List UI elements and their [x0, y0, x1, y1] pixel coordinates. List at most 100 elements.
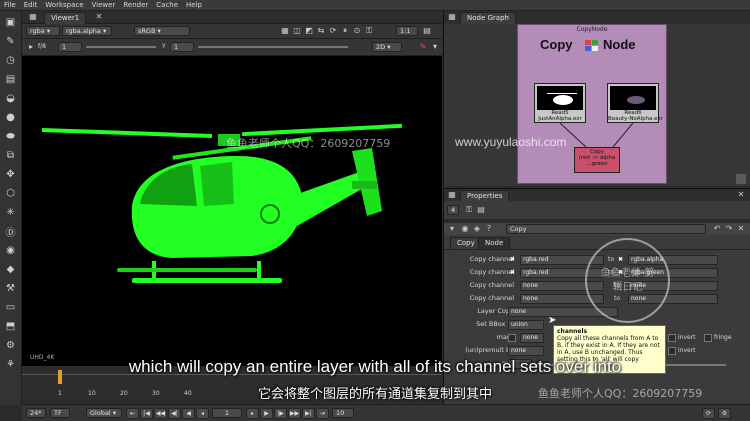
loop-icon[interactable]: ⟳ [702, 408, 715, 419]
max-panels-field[interactable]: 4 [447, 205, 459, 215]
pane-menu-icon[interactable]: ▦ [447, 190, 457, 200]
first-frame-icon[interactable]: |◀ [140, 408, 153, 419]
deep-icon[interactable]: Ⓓ [4, 224, 18, 239]
forward-icon[interactable]: |▶ [274, 408, 287, 419]
zoom-dropdown[interactable]: 1:1 [396, 26, 418, 36]
end-frame-field[interactable]: 10 [332, 408, 354, 418]
keyer-icon[interactable]: ⬬ [4, 129, 18, 143]
tab-viewer1[interactable]: Viewer1 [44, 12, 87, 24]
paint-icon[interactable]: ✎ [418, 42, 428, 52]
alpha-dropdown[interactable]: rgba.alpha ▾ [62, 26, 112, 36]
other-icon[interactable]: ▭ [4, 300, 18, 314]
close-icon[interactable]: ✕ [736, 190, 746, 200]
time-icon[interactable]: ◷ [4, 53, 18, 67]
redo-icon[interactable]: ↷ [724, 224, 734, 234]
gear-settings-icon[interactable]: ⚙ [718, 408, 731, 419]
out-point-icon[interactable]: ⇥ [316, 408, 329, 419]
draw-icon[interactable]: ✎ [4, 34, 18, 48]
gain-field[interactable]: 1 [58, 42, 82, 52]
minimap-icon[interactable] [736, 174, 746, 184]
menu-viewer[interactable]: Viewer [92, 1, 116, 9]
transform-icon[interactable]: ✥ [4, 167, 18, 181]
channels-dropdown[interactable]: rgba ▾ [26, 26, 60, 36]
invert-checkbox[interactable] [668, 334, 676, 342]
lock-icon[interactable]: ⚿ [364, 26, 374, 36]
gear-icon[interactable]: ⚙ [4, 338, 18, 352]
toolsets-icon[interactable]: ⚒ [4, 281, 18, 295]
back-icon[interactable]: ◀| [168, 408, 181, 419]
play-forward-icon[interactable]: ▶ [260, 408, 273, 419]
metadata-icon[interactable]: ◆ [4, 262, 18, 276]
tf-dropdown[interactable]: TF [50, 408, 70, 418]
set-bbox-dropdown[interactable]: union [508, 320, 544, 330]
mask-checkbox[interactable] [508, 334, 516, 342]
node-graph[interactable]: CopyNode Copy Node Read5 JustAnAlpha.exr… [443, 24, 750, 186]
prev-key-icon[interactable]: ◀◀ [154, 408, 167, 419]
next-frame-icon[interactable]: ▸ [246, 408, 259, 419]
pane-menu-icon[interactable]: ▦ [28, 12, 38, 22]
next-key-icon[interactable]: ▶▶ [288, 408, 301, 419]
menu-render[interactable]: Render [123, 1, 148, 9]
copy-node[interactable]: Copy (red -> alpha ...green [574, 147, 620, 173]
merge-icon[interactable]: ⧉ [4, 148, 18, 162]
collapse-icon[interactable]: ▾ [447, 224, 457, 234]
tab-node-graph[interactable]: Node Graph [460, 12, 516, 24]
menu-help[interactable]: Help [186, 1, 202, 9]
refresh-icon[interactable]: ⟳ [328, 26, 338, 36]
gamma-field[interactable]: 1 [170, 42, 194, 52]
range-dropdown[interactable]: Global ▾ [86, 408, 122, 418]
particles-icon[interactable]: ✳ [4, 205, 18, 219]
grid-icon[interactable]: ▦ [280, 26, 290, 36]
settings-icon[interactable]: ▤ [422, 26, 432, 36]
undo-icon[interactable]: ↶ [712, 224, 722, 234]
node-name-field[interactable]: Copy [506, 224, 706, 234]
close-node-icon[interactable]: ✕ [736, 224, 746, 234]
record-icon[interactable]: ⊙ [352, 26, 362, 36]
viewer-canvas[interactable]: UHD_4K [22, 56, 442, 366]
menu-edit[interactable]: Edit [24, 1, 38, 9]
gain-slider[interactable] [86, 46, 156, 48]
swap-icon[interactable]: ⇆ [316, 26, 326, 36]
color-icon[interactable]: ◒ [4, 91, 18, 105]
gamma-slider[interactable] [198, 46, 348, 48]
current-frame-field[interactable]: 1 [212, 408, 242, 418]
fringe-checkbox[interactable] [704, 334, 712, 342]
lock-icon[interactable]: ⚿ [464, 205, 474, 215]
furnace-icon[interactable]: ⬒ [4, 319, 18, 333]
3d-icon[interactable]: ⬡ [4, 186, 18, 200]
pane-menu-icon[interactable]: ▦ [447, 12, 457, 22]
close-icon[interactable]: ✕ [94, 12, 104, 22]
pause-icon[interactable]: ⏸ [340, 26, 350, 36]
channels-value: rgba [30, 27, 45, 35]
unpremult-invert-checkbox[interactable] [668, 347, 676, 355]
views-icon[interactable]: ◉ [4, 243, 18, 257]
backdrop-node[interactable]: CopyNode Copy Node Read5 JustAnAlpha.exr… [517, 24, 667, 184]
tab-copy[interactable]: Copy [450, 237, 482, 249]
filter-icon[interactable]: ● [4, 110, 18, 124]
image-icon[interactable]: ▣ [4, 15, 18, 29]
tab-node[interactable]: Node [478, 237, 511, 249]
last-frame-icon[interactable]: ▶| [302, 408, 315, 419]
colorspace-dropdown[interactable]: sRGB ▾ [134, 26, 190, 36]
skid-back [117, 268, 257, 272]
in-point-icon[interactable]: ⇤ [126, 408, 139, 419]
node-color-icon[interactable]: ◈ [472, 224, 482, 234]
menu-icon[interactable]: ▾ [430, 42, 440, 52]
roi-icon[interactable]: ◫ [292, 26, 302, 36]
clip-warning-icon[interactable]: ◩ [304, 26, 314, 36]
menu-workspace[interactable]: Workspace [45, 1, 83, 9]
prev-frame-icon[interactable]: ◂ [196, 408, 209, 419]
menu-cache[interactable]: Cache [156, 1, 178, 9]
viewer-icon[interactable]: ◉ [460, 224, 470, 234]
play-back-icon[interactable]: ◀ [182, 408, 195, 419]
mouse-cursor-icon: ➤ [548, 315, 557, 326]
channel-icon[interactable]: ▤ [4, 72, 18, 86]
help-icon[interactable]: ? [484, 224, 494, 234]
fps-dropdown[interactable]: 24* [26, 408, 46, 418]
play-icon[interactable]: ▸ [26, 42, 36, 52]
view-mode-dropdown[interactable]: 2D ▾ [372, 42, 402, 52]
unpremult-dropdown[interactable]: none [508, 346, 544, 356]
copy-from-value: rgba.red [523, 256, 549, 263]
menu-file[interactable]: File [4, 1, 16, 9]
mask-dropdown[interactable]: none [520, 333, 544, 343]
